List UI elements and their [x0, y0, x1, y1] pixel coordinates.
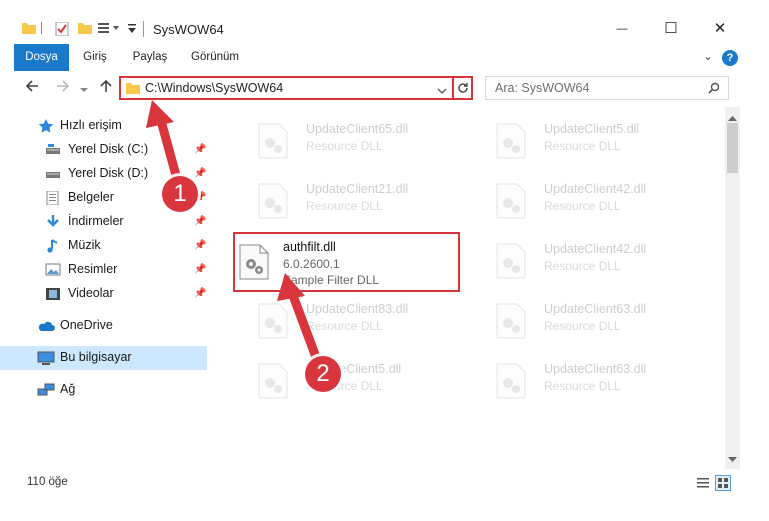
annotation-badge-2: 2	[305, 356, 341, 392]
annotation-arrow-2	[277, 273, 325, 373]
annotation-badge-1: 1	[162, 176, 198, 212]
annotation-arrows	[146, 100, 325, 373]
